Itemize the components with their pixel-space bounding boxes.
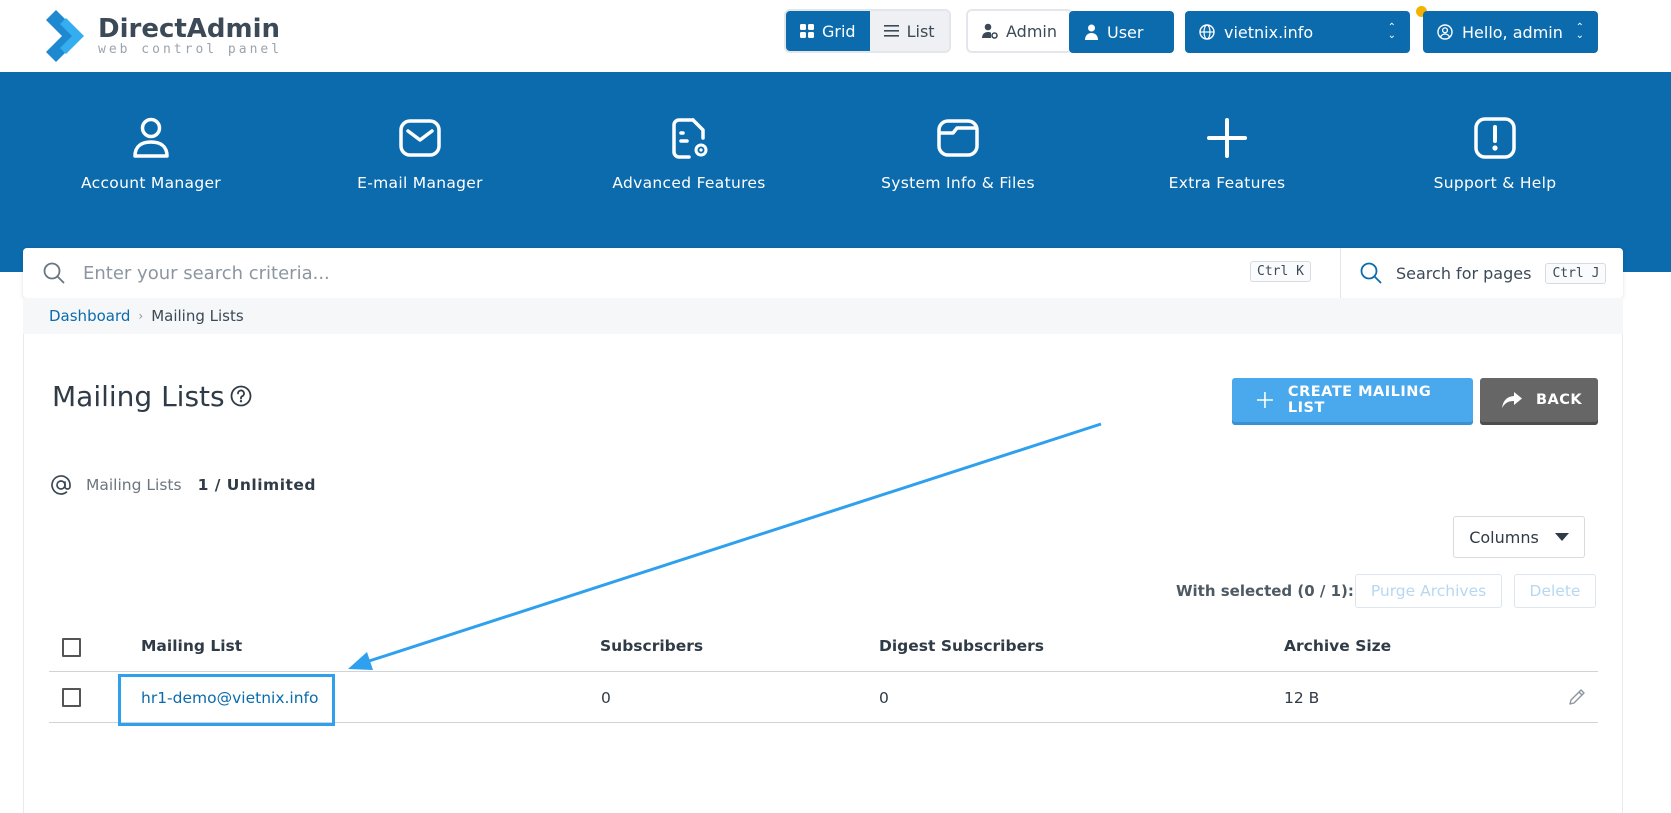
- nav-label: Support & Help: [1433, 174, 1557, 192]
- subscribers-cell: 0: [601, 689, 611, 707]
- columns-label: Columns: [1469, 527, 1539, 547]
- plus-icon: [1256, 392, 1273, 408]
- document-gear-icon: [672, 118, 708, 159]
- nav-label: Extra Features: [1168, 174, 1286, 192]
- updown-chevron-icon: ⌃ ⌄: [1575, 22, 1584, 41]
- search-icon: [1360, 262, 1382, 284]
- folder-icon: [937, 119, 979, 157]
- user-icon: [133, 117, 169, 158]
- nav-label: System Info & Files: [881, 174, 1035, 192]
- search-pages-button[interactable]: Search for pages Ctrl J: [1360, 248, 1607, 298]
- quota-label: Mailing Lists: [86, 476, 182, 494]
- grid-view-button[interactable]: Grid: [786, 11, 870, 51]
- with-selected-label: With selected (0 / 1):: [1176, 582, 1354, 600]
- user-menu-label: Hello, admin: [1462, 22, 1563, 42]
- nav-support-help[interactable]: Support & Help: [1375, 116, 1615, 192]
- admin-level-label: Admin: [1006, 21, 1057, 41]
- page-title: Mailing Lists: [52, 380, 225, 413]
- create-mailing-list-label: CREATE MAILING LIST: [1287, 384, 1432, 416]
- view-toggle: Grid List: [786, 11, 949, 51]
- nav-label: Advanced Features: [612, 174, 766, 192]
- column-header-mailing-list[interactable]: Mailing List: [141, 637, 242, 655]
- admin-user-gear-icon: [982, 23, 998, 39]
- breadcrumb: Dashboard › Mailing Lists: [23, 298, 1623, 334]
- annotation-highlight-box: [118, 674, 335, 726]
- nav-label: Account Manager: [81, 174, 221, 192]
- main-nav: Account Manager E-mail Manager Advanced …: [0, 72, 1671, 272]
- user-menu[interactable]: Hello, admin ⌃ ⌄: [1423, 11, 1598, 53]
- mailing-list-quota: Mailing Lists 1 / Unlimited: [50, 474, 316, 496]
- list-view-button[interactable]: List: [869, 11, 949, 51]
- exclamation-icon: [1474, 117, 1516, 159]
- search-bar: Ctrl K Search for pages Ctrl J: [23, 248, 1623, 298]
- top-bar: DirectAdmin web control panel Grid List …: [0, 0, 1671, 72]
- search-input[interactable]: [83, 262, 1163, 284]
- search-pages-shortcut-hint: Ctrl J: [1545, 262, 1607, 284]
- search-pages-label: Search for pages: [1396, 263, 1532, 283]
- nav-account-manager[interactable]: Account Manager: [31, 116, 271, 192]
- nav-email-manager[interactable]: E-mail Manager: [300, 116, 540, 192]
- admin-level-button[interactable]: Admin: [968, 11, 1071, 51]
- help-icon[interactable]: [230, 385, 252, 407]
- column-header-digest-subscribers[interactable]: Digest Subscribers: [879, 637, 1044, 655]
- user-level-label: User: [1107, 22, 1144, 42]
- divider: [1340, 248, 1341, 298]
- delete-button[interactable]: Delete: [1514, 574, 1596, 608]
- pencil-icon[interactable]: [1568, 688, 1586, 706]
- nav-extra-features[interactable]: Extra Features: [1107, 116, 1347, 192]
- level-toggle: Admin: [968, 11, 1071, 51]
- grid-view-label: Grid: [822, 21, 856, 41]
- search-shortcut-hint: Ctrl K: [1250, 261, 1311, 282]
- columns-dropdown-button[interactable]: Columns: [1453, 516, 1585, 558]
- search-icon: [43, 262, 65, 284]
- caret-down-icon: [1554, 533, 1569, 541]
- back-button[interactable]: BACK: [1480, 378, 1598, 422]
- envelope-icon: [399, 119, 441, 157]
- globe-icon: [1199, 24, 1215, 40]
- back-label: BACK: [1536, 392, 1583, 408]
- column-header-archive-size[interactable]: Archive Size: [1284, 637, 1391, 655]
- share-arrow-icon: [1502, 392, 1522, 408]
- user-level-button[interactable]: User: [1069, 11, 1174, 53]
- archive-size-cell: 12 B: [1284, 689, 1320, 707]
- create-mailing-list-button[interactable]: CREATE MAILING LIST: [1232, 378, 1473, 422]
- row-checkbox[interactable]: [62, 688, 81, 707]
- updown-chevron-icon: ⌃ ⌄: [1387, 22, 1396, 41]
- purge-archives-button[interactable]: Purge Archives: [1355, 574, 1502, 608]
- account-circle-icon: [1437, 24, 1453, 40]
- nav-advanced-features[interactable]: Advanced Features: [569, 116, 809, 192]
- quota-value: 1 / Unlimited: [197, 476, 317, 494]
- user-icon: [1085, 24, 1098, 40]
- list-icon: [883, 25, 899, 37]
- chevron-right-icon: ›: [138, 309, 144, 323]
- grid-icon: [800, 24, 814, 38]
- nav-system-info-files[interactable]: System Info & Files: [838, 116, 1078, 192]
- breadcrumb-current: Mailing Lists: [151, 307, 244, 325]
- plus-icon: [1207, 118, 1247, 158]
- column-header-subscribers[interactable]: Subscribers: [600, 637, 703, 655]
- domain-selector-value: vietnix.info: [1224, 22, 1314, 42]
- logo[interactable]: DirectAdmin web control panel: [46, 10, 282, 62]
- nav-label: E-mail Manager: [357, 174, 483, 192]
- table-header-divider: [49, 671, 1598, 672]
- breadcrumb-dashboard-link[interactable]: Dashboard: [49, 307, 130, 325]
- domain-selector[interactable]: vietnix.info ⌃ ⌄: [1185, 11, 1410, 53]
- brand-title: DirectAdmin: [98, 14, 281, 44]
- logo-mark-icon: [46, 10, 92, 62]
- at-sign-icon: [51, 475, 71, 495]
- digest-subscribers-cell: 0: [879, 689, 889, 707]
- list-view-label: List: [906, 21, 935, 41]
- select-all-checkbox[interactable]: [62, 638, 81, 657]
- brand-subtitle: web control panel: [98, 42, 283, 57]
